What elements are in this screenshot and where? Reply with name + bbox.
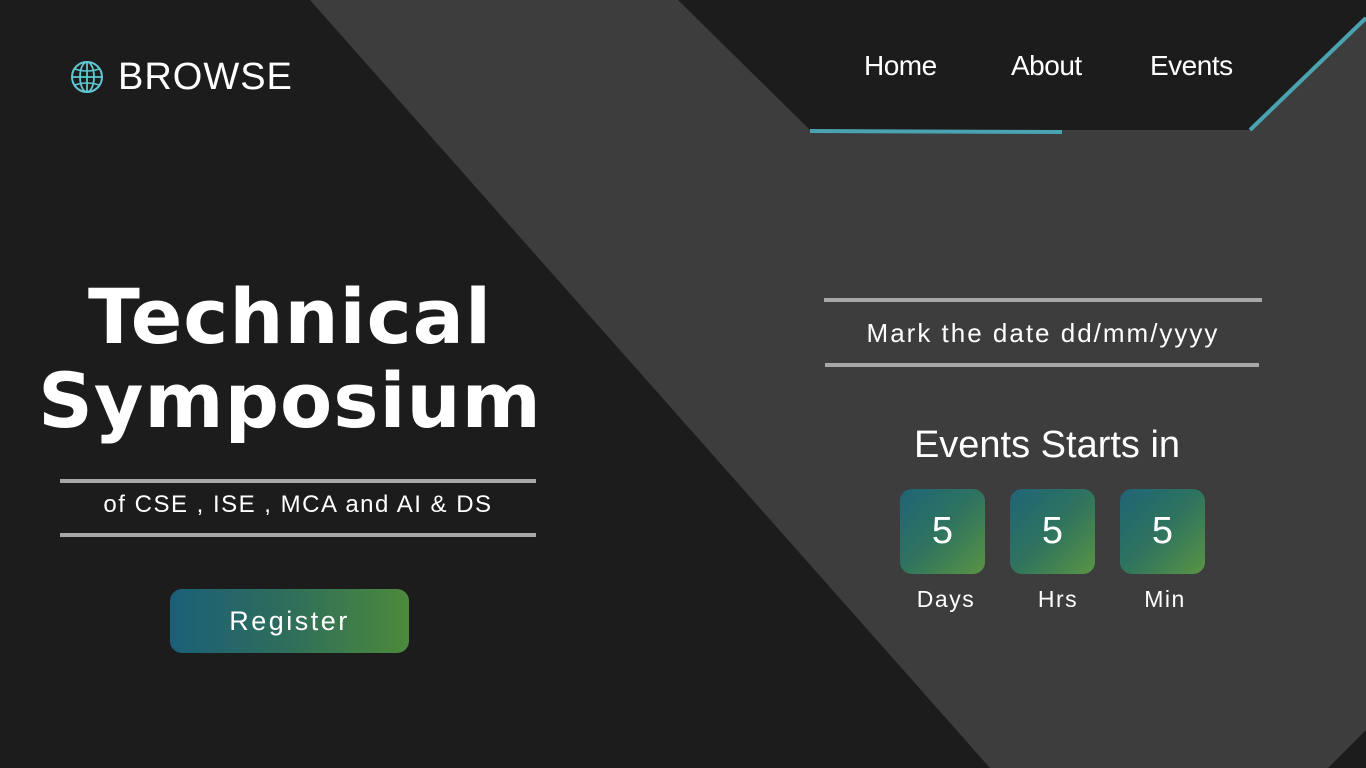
countdown-days-label: Days: [916, 586, 976, 612]
countdown-minutes-value: 5: [1120, 489, 1205, 574]
date-bottom-divider: [825, 363, 1259, 367]
landing-page: BROWSE Home About Events Technical Sympo…: [0, 0, 1366, 768]
countdown-title: Events Starts in: [913, 424, 1181, 466]
globe-icon: [70, 60, 104, 94]
date-top-divider: [824, 298, 1262, 302]
brand-logo[interactable]: BROWSE: [70, 54, 293, 100]
brand-name: BROWSE: [118, 55, 293, 98]
hero-title-line-2: Symposium: [38, 356, 542, 445]
hero-subtitle: of CSE , ISE , MCA and AI & DS: [103, 491, 493, 518]
hero-title: Technical Symposium: [30, 275, 550, 443]
top-nav: Home About Events: [840, 50, 1260, 94]
nav-link-events[interactable]: Events: [1150, 50, 1233, 82]
countdown-minutes-label: Min: [1144, 586, 1186, 612]
nav-link-home[interactable]: Home: [864, 50, 937, 82]
subtitle-top-divider: [60, 479, 536, 483]
hero-title-line-1: Technical: [88, 272, 492, 361]
nav-link-about[interactable]: About: [1011, 50, 1082, 82]
countdown-days-value: 5: [900, 489, 985, 574]
mark-the-date-text: Mark the date dd/mm/yyyy: [866, 318, 1220, 348]
subtitle-bottom-divider: [60, 533, 536, 537]
register-button[interactable]: Register: [170, 589, 409, 653]
nav-active-underline: [809, 129, 1063, 134]
countdown-hours-label: Hrs: [1037, 586, 1079, 612]
countdown-hours-value: 5: [1010, 489, 1095, 574]
